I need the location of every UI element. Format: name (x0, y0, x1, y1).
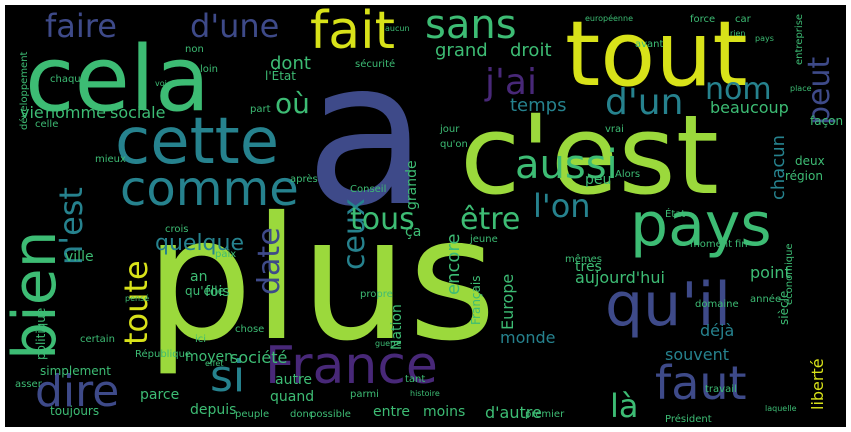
word: Français (469, 275, 483, 325)
word: faire (45, 7, 117, 45)
word: an (190, 269, 208, 285)
word: économique (784, 243, 795, 305)
word: effet (205, 359, 224, 368)
word: histoire (410, 389, 440, 398)
word: l'on (533, 187, 591, 225)
word: loin (200, 64, 219, 75)
word: beaucoup (710, 98, 789, 117)
word: là (610, 387, 639, 425)
word: qu'on (440, 139, 468, 150)
word: d'une (190, 7, 280, 45)
word: entreprise (794, 13, 805, 65)
word: grande (404, 160, 420, 210)
word: politique (34, 307, 48, 360)
word: Alors (615, 169, 641, 180)
word: rien (730, 29, 746, 38)
word: laquelle (765, 404, 797, 413)
word: car (735, 14, 751, 25)
word: grand (435, 40, 488, 61)
word: crois (165, 224, 189, 235)
word: sécurité (355, 59, 396, 70)
word: propre (360, 289, 393, 300)
word: ville (65, 249, 94, 265)
word: autre (275, 372, 313, 388)
word: droit (510, 40, 552, 61)
word: déjà (700, 321, 735, 340)
word: guerre (375, 339, 402, 348)
word: aucun (385, 24, 410, 33)
word: moment (690, 239, 733, 250)
word: vrai (605, 124, 624, 135)
word: région (785, 169, 823, 183)
word: façon (810, 114, 844, 128)
word: monde (500, 328, 556, 347)
word: où (275, 87, 310, 120)
word: sans (425, 5, 517, 48)
word: parmi (350, 389, 379, 400)
word: possible (310, 409, 351, 420)
word: chaque (50, 74, 87, 85)
word: l'État (265, 69, 296, 83)
word: toujours (50, 404, 100, 418)
word: premier (525, 409, 565, 420)
word: celle (35, 119, 59, 130)
word: Président (665, 414, 712, 425)
word: force (690, 14, 716, 25)
word: ça (405, 224, 422, 240)
word: après (290, 174, 318, 185)
word: jour (440, 124, 460, 135)
word: depuis (190, 402, 237, 418)
word: Europe (498, 273, 517, 330)
word: parce (140, 387, 180, 403)
word: travail (705, 384, 737, 395)
word: domaine (695, 299, 739, 310)
word: Conseil (350, 184, 387, 195)
word: encore (443, 233, 464, 295)
word: chose (235, 324, 265, 335)
word: chacun (768, 134, 789, 200)
word: certain (80, 334, 115, 345)
word: liberté (808, 358, 827, 410)
word: tant (405, 374, 426, 385)
word: quand (270, 389, 315, 405)
word: faut (655, 356, 747, 410)
word: européenne (585, 14, 633, 23)
word: mieux (95, 154, 126, 165)
word: peu (585, 172, 612, 188)
word: année (750, 294, 782, 305)
word: fin (735, 239, 748, 250)
word: temps (510, 95, 567, 116)
word: mêmes (565, 254, 602, 265)
word: paix (215, 249, 237, 260)
word: sociale (110, 103, 166, 122)
word: donc (290, 409, 315, 420)
word: République (135, 349, 192, 360)
word: entre (373, 404, 411, 420)
word: ici (195, 334, 207, 345)
word: non (185, 44, 204, 55)
word: moins (423, 404, 466, 420)
word: place (790, 84, 812, 93)
word: voie (155, 79, 172, 88)
word: État (665, 209, 686, 220)
word-cloud: plus a c'est tout cela bien cette pays qu'il Fran… (5, 5, 846, 427)
word: comme (120, 161, 299, 217)
word: deux (795, 154, 825, 168)
word: asser (15, 379, 42, 390)
word: qu'elle (185, 284, 225, 298)
word: jeune (470, 234, 498, 245)
word: simplement (40, 364, 111, 378)
word: souvent (665, 345, 729, 364)
word: fait (310, 5, 396, 61)
word: date (252, 227, 287, 295)
word: développement (19, 51, 30, 130)
word: peuple (235, 409, 270, 420)
word: d'un (605, 82, 684, 123)
word: pensé (125, 294, 150, 303)
word: être (460, 202, 521, 237)
word: part (250, 104, 271, 115)
word: société (230, 348, 288, 367)
word: avant (635, 39, 664, 50)
word: pays (755, 34, 774, 43)
